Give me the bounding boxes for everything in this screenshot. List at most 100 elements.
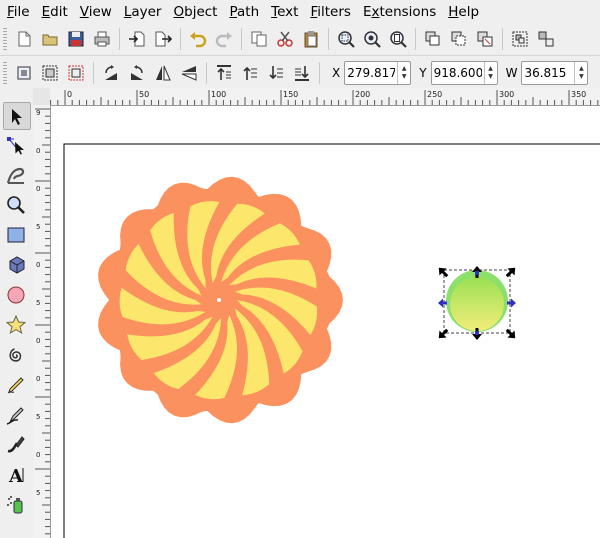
y-input[interactable] bbox=[431, 65, 484, 80]
flower-center bbox=[217, 298, 221, 302]
clone-icon[interactable] bbox=[447, 27, 471, 51]
ungroup-icon[interactable] bbox=[534, 27, 558, 51]
flip-vertical-icon[interactable] bbox=[177, 61, 201, 85]
menu-extensions[interactable]: Extensions bbox=[357, 0, 442, 24]
ruler-label: 5 bbox=[36, 223, 40, 231]
menu-object[interactable]: Object bbox=[167, 0, 223, 24]
ruler-label: 150 bbox=[283, 90, 298, 99]
tweak-tool-icon[interactable] bbox=[3, 162, 29, 188]
export-icon[interactable] bbox=[151, 27, 175, 51]
zoom-drawing-icon[interactable] bbox=[360, 27, 384, 51]
rectangle-tool-icon[interactable] bbox=[3, 222, 29, 248]
tool-controls-toolbar: X ▲▼ Y ▲▼ W ▲▼ bbox=[0, 55, 600, 89]
paste-icon[interactable] bbox=[299, 27, 323, 51]
star-tool-icon[interactable] bbox=[3, 312, 29, 338]
scale-handle-icon bbox=[438, 328, 449, 339]
zoom-selection-icon[interactable] bbox=[334, 27, 358, 51]
y-spinner[interactable]: ▲ ▼ bbox=[483, 61, 497, 84]
w-field[interactable]: ▲▼ bbox=[521, 60, 589, 85]
zoom-page-icon[interactable] bbox=[386, 27, 410, 51]
drawing-canvas[interactable] bbox=[51, 106, 600, 538]
horizontal-ruler[interactable]: 050100150200250300350400 bbox=[50, 88, 600, 106]
ruler-label: 300 bbox=[499, 90, 514, 99]
menu-layer[interactable]: Layer bbox=[118, 0, 168, 24]
menu-help[interactable]: Help bbox=[442, 0, 485, 24]
ruler-label: 250 bbox=[427, 90, 442, 99]
lower-to-bottom-icon[interactable] bbox=[290, 61, 314, 85]
select-all-in-layers-icon[interactable] bbox=[38, 61, 62, 85]
unlink-clone-icon[interactable] bbox=[473, 27, 497, 51]
spray-tool-icon[interactable] bbox=[3, 492, 29, 518]
commands-toolbar bbox=[0, 24, 600, 54]
ellipse-tool-icon[interactable] bbox=[3, 282, 29, 308]
menu-file[interactable]: File bbox=[0, 0, 36, 24]
selector-tool-icon[interactable] bbox=[3, 102, 31, 130]
pencil-tool-icon[interactable] bbox=[3, 372, 29, 398]
flower-object[interactable] bbox=[98, 176, 343, 424]
menu-edit[interactable]: Edit bbox=[36, 0, 74, 24]
w-input[interactable] bbox=[522, 65, 575, 80]
print-icon[interactable] bbox=[90, 27, 114, 51]
vertical-ruler[interactable]: 9 0 0 5 0 5 0 0 5 0 5 bbox=[33, 105, 51, 538]
calligraphy-tool-icon[interactable] bbox=[3, 432, 29, 458]
ruler-label: 0 bbox=[36, 451, 40, 459]
ruler-label: 0 bbox=[36, 375, 40, 383]
toolbar-grip[interactable] bbox=[3, 61, 7, 84]
node-handle bbox=[475, 271, 479, 275]
lower-icon[interactable] bbox=[264, 61, 288, 85]
canvas-svg bbox=[63, 143, 600, 538]
menu-view[interactable]: View bbox=[74, 0, 118, 24]
menu-text[interactable]: Text bbox=[265, 0, 304, 24]
scale-handle-icon bbox=[507, 298, 516, 308]
toolbox: A bbox=[0, 88, 34, 538]
undo-icon[interactable] bbox=[186, 27, 210, 51]
scale-handle-icon bbox=[505, 267, 516, 278]
node-tool-icon[interactable] bbox=[3, 132, 29, 158]
import-icon[interactable] bbox=[125, 27, 149, 51]
rotate-cw-icon[interactable] bbox=[125, 61, 149, 85]
ruler-label: 0 bbox=[36, 185, 40, 193]
open-icon[interactable] bbox=[38, 27, 62, 51]
selected-circle-object[interactable] bbox=[443, 269, 511, 334]
ruler-label: 0 bbox=[36, 261, 40, 269]
pen-tool-icon[interactable] bbox=[3, 402, 29, 428]
redo-icon[interactable] bbox=[212, 27, 236, 51]
3d-box-tool-icon[interactable] bbox=[3, 252, 29, 278]
node-handle bbox=[475, 331, 479, 335]
w-spinner[interactable]: ▲ ▼ bbox=[574, 61, 587, 84]
x-field[interactable]: ▲▼ bbox=[344, 60, 412, 85]
ruler-label: 0 bbox=[36, 337, 40, 345]
cut-icon[interactable] bbox=[273, 27, 297, 51]
deselect-icon[interactable] bbox=[64, 61, 88, 85]
ruler-label: 5 bbox=[36, 413, 40, 421]
spiral-tool-icon[interactable] bbox=[3, 342, 29, 368]
x-input[interactable] bbox=[345, 65, 398, 80]
zoom-tool-icon[interactable] bbox=[3, 192, 29, 218]
copy-icon[interactable] bbox=[247, 27, 271, 51]
ruler-label: 100 bbox=[211, 90, 226, 99]
y-field[interactable]: ▲▼ bbox=[430, 60, 498, 85]
menu-path[interactable]: Path bbox=[223, 0, 265, 24]
save-icon[interactable] bbox=[64, 27, 88, 51]
flip-horizontal-icon[interactable] bbox=[151, 61, 175, 85]
ruler-label: 9 bbox=[36, 109, 40, 117]
ruler-label: 350 bbox=[571, 90, 586, 99]
x-spinner[interactable]: ▲ ▼ bbox=[397, 61, 410, 84]
text-tool-icon[interactable]: A bbox=[3, 462, 29, 488]
ruler-corner bbox=[33, 88, 51, 106]
rotate-ccw-icon[interactable] bbox=[99, 61, 123, 85]
select-all-icon[interactable] bbox=[12, 61, 36, 85]
new-document-icon[interactable] bbox=[12, 27, 36, 51]
raise-icon[interactable] bbox=[238, 61, 262, 85]
ruler-label: 0 bbox=[36, 147, 40, 155]
x-label: X bbox=[332, 65, 341, 80]
ruler-label: 5 bbox=[36, 489, 40, 497]
group-icon[interactable] bbox=[508, 27, 532, 51]
scale-handle-icon bbox=[438, 267, 449, 278]
toolbar-grip[interactable] bbox=[3, 28, 7, 50]
duplicate-icon[interactable] bbox=[421, 27, 445, 51]
menu-filters[interactable]: Filters bbox=[304, 0, 356, 24]
raise-to-top-icon[interactable] bbox=[212, 61, 236, 85]
ruler-label: 200 bbox=[355, 90, 370, 99]
circle-inner bbox=[450, 277, 504, 331]
